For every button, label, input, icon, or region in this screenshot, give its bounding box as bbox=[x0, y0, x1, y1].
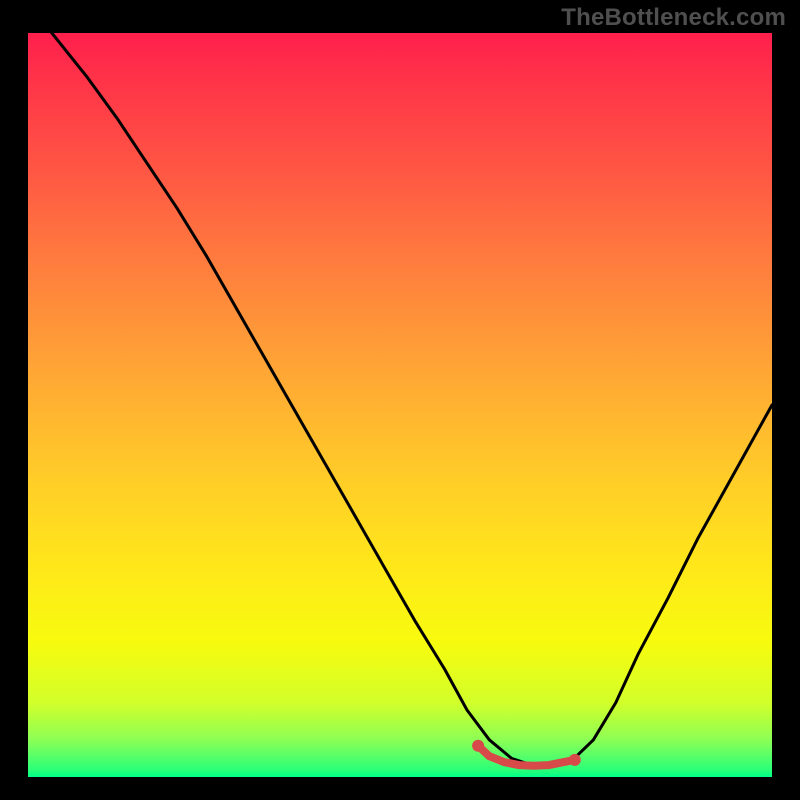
bottleneck-curve bbox=[28, 3, 772, 766]
marker-right bbox=[569, 754, 581, 766]
plot-area bbox=[28, 33, 772, 777]
optimal-zone-line bbox=[478, 746, 575, 766]
curve-svg bbox=[28, 33, 772, 777]
marker-left bbox=[472, 740, 484, 752]
chart-frame: TheBottleneck.com bbox=[0, 0, 800, 800]
watermark-text: TheBottleneck.com bbox=[561, 4, 786, 32]
